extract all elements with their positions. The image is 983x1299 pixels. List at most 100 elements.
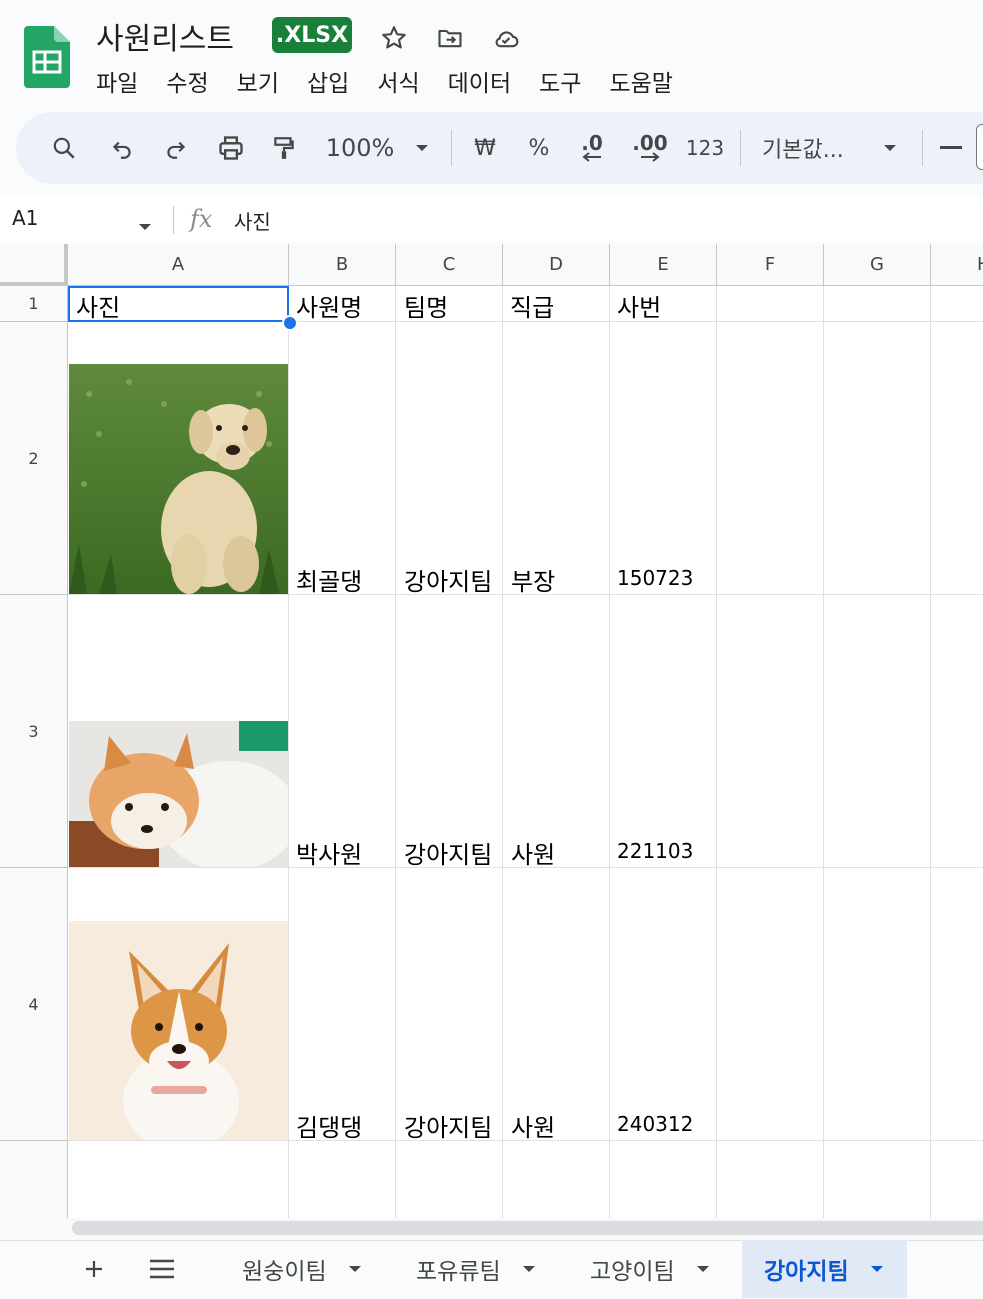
zoom-dropdown-icon[interactable] — [410, 128, 434, 168]
currency-format-button[interactable]: ₩ — [468, 128, 502, 168]
spreadsheet-grid[interactable]: A B C D E F G H 1 2 3 4 사진 사원명 팀명 직급 사번 — [0, 244, 983, 1218]
column-header-c[interactable]: C — [396, 244, 503, 286]
cell-b4[interactable]: 김댕댕 — [296, 1108, 362, 1143]
menu-bar: 파일 수정 보기 삽입 서식 데이터 도구 도움말 — [96, 64, 701, 98]
decrease-decimal-label: .0 — [581, 131, 603, 155]
cloud-saved-icon[interactable] — [490, 22, 522, 54]
sheet-tab-cat[interactable]: 고양이팀 — [590, 1240, 711, 1298]
name-box-dropdown-icon[interactable] — [138, 216, 152, 235]
corgi-photo[interactable] — [69, 921, 288, 1140]
chevron-down-icon[interactable] — [869, 1264, 885, 1274]
sheet-tab-dog-active[interactable]: 강아지팀 — [742, 1240, 907, 1298]
column-header-g[interactable]: G — [824, 244, 931, 286]
cell-e1[interactable]: 사번 — [617, 288, 661, 323]
undo-icon[interactable] — [104, 128, 140, 168]
toolbar-divider — [740, 130, 741, 166]
move-folder-icon[interactable] — [434, 22, 466, 54]
cell-b1[interactable]: 사원명 — [296, 288, 362, 323]
menu-help[interactable]: 도움말 — [609, 64, 672, 98]
decrease-decimal-button[interactable]: .0 — [572, 128, 612, 168]
sheet-tab-mammal[interactable]: 포유류팀 — [416, 1240, 537, 1298]
cell-e4[interactable]: 240312 — [617, 1112, 693, 1136]
horizontal-scrollbar-thumb[interactable] — [72, 1221, 983, 1235]
grid-line — [395, 286, 396, 1218]
column-header-f[interactable]: F — [717, 244, 824, 286]
labrador-photo[interactable] — [69, 364, 288, 594]
sheet-tab-label: 원숭이팀 — [242, 1259, 327, 1285]
grid-line — [502, 286, 503, 1218]
add-sheet-icon[interactable] — [82, 1240, 106, 1298]
menu-insert[interactable]: 삽입 — [307, 64, 349, 98]
chevron-down-icon[interactable] — [521, 1264, 537, 1274]
column-header-h[interactable]: H — [931, 244, 983, 286]
row-header-5[interactable] — [0, 1141, 68, 1218]
cell-d3[interactable]: 사원 — [511, 835, 555, 870]
row-header-1[interactable]: 1 — [0, 286, 68, 322]
column-header-d[interactable]: D — [503, 244, 610, 286]
redo-icon[interactable] — [158, 128, 194, 168]
column-header-e[interactable]: E — [610, 244, 717, 286]
grid-line — [716, 286, 717, 1218]
sheet-tab-label: 강아지팀 — [764, 1259, 849, 1285]
column-header-a[interactable]: A — [68, 244, 289, 286]
fx-icon: fx — [190, 205, 213, 233]
percent-format-button[interactable]: % — [522, 128, 556, 168]
menu-format[interactable]: 서식 — [377, 64, 419, 98]
cell-b2[interactable]: 최골댕 — [296, 562, 362, 597]
cell-d4[interactable]: 사원 — [511, 1108, 555, 1143]
select-all-corner[interactable] — [0, 244, 68, 286]
sheet-tab-label: 포유류팀 — [416, 1259, 501, 1285]
sheet-tab-monkey[interactable]: 원숭이팀 — [242, 1240, 363, 1298]
font-family-select[interactable]: 기본값... — [762, 128, 862, 168]
number-format-button[interactable]: 123 — [684, 128, 726, 168]
cell-d1[interactable]: 직급 — [510, 288, 554, 323]
menu-data[interactable]: 데이터 — [448, 64, 511, 98]
menu-tools[interactable]: 도구 — [539, 64, 581, 98]
cell-c2[interactable]: 강아지팀 — [404, 562, 492, 597]
search-icon[interactable] — [46, 128, 82, 168]
star-icon[interactable] — [378, 22, 410, 54]
cell-c1[interactable]: 팀명 — [404, 288, 448, 323]
toolbar-divider — [451, 130, 452, 166]
menu-file[interactable]: 파일 — [96, 64, 138, 98]
print-icon[interactable] — [212, 128, 250, 168]
zoom-select[interactable]: 100% — [322, 128, 398, 168]
toolbar-divider — [922, 130, 923, 166]
font-dropdown-icon[interactable] — [878, 128, 902, 168]
arrow-right-icon — [641, 152, 660, 162]
grid-line — [288, 286, 289, 1218]
paint-format-icon[interactable] — [266, 128, 302, 168]
minus-icon[interactable] — [936, 128, 966, 168]
menu-view[interactable]: 보기 — [237, 64, 279, 98]
grid-line — [609, 286, 610, 1218]
increase-decimal-label: .00 — [632, 131, 668, 155]
cell-e3[interactable]: 221103 — [617, 839, 693, 863]
cell-d2[interactable]: 부장 — [511, 562, 555, 597]
menu-edit[interactable]: 수정 — [166, 64, 208, 98]
cell-e2[interactable]: 150723 — [617, 566, 693, 590]
document-title[interactable]: 사원리스트 — [96, 14, 234, 58]
fill-handle[interactable] — [282, 315, 298, 331]
grid-line — [930, 286, 931, 1218]
name-box[interactable]: A1 — [12, 206, 38, 230]
row-header-3[interactable]: 3 — [0, 595, 68, 868]
file-type-badge: .XLSX — [272, 17, 352, 53]
row-header-4[interactable]: 4 — [0, 868, 68, 1141]
sheets-logo-icon[interactable] — [24, 26, 70, 88]
chevron-down-icon[interactable] — [695, 1264, 711, 1274]
pomeranian-photo[interactable] — [69, 721, 288, 867]
cell-c3[interactable]: 강아지팀 — [404, 835, 492, 870]
increase-decimal-button[interactable]: .00 — [628, 128, 672, 168]
cell-c4[interactable]: 강아지팀 — [404, 1108, 492, 1143]
cell-b3[interactable]: 박사원 — [296, 835, 362, 870]
row-header-2[interactable]: 2 — [0, 322, 68, 595]
formula-input[interactable]: 사진 — [234, 206, 271, 235]
font-size-input[interactable] — [976, 124, 983, 170]
chevron-down-icon[interactable] — [347, 1264, 363, 1274]
sheet-tab-label: 고양이팀 — [590, 1259, 675, 1285]
arrow-left-icon — [582, 152, 601, 162]
column-header-b[interactable]: B — [289, 244, 396, 286]
active-cell-selection — [68, 286, 289, 322]
formula-divider — [173, 206, 174, 234]
all-sheets-icon[interactable] — [148, 1240, 176, 1298]
